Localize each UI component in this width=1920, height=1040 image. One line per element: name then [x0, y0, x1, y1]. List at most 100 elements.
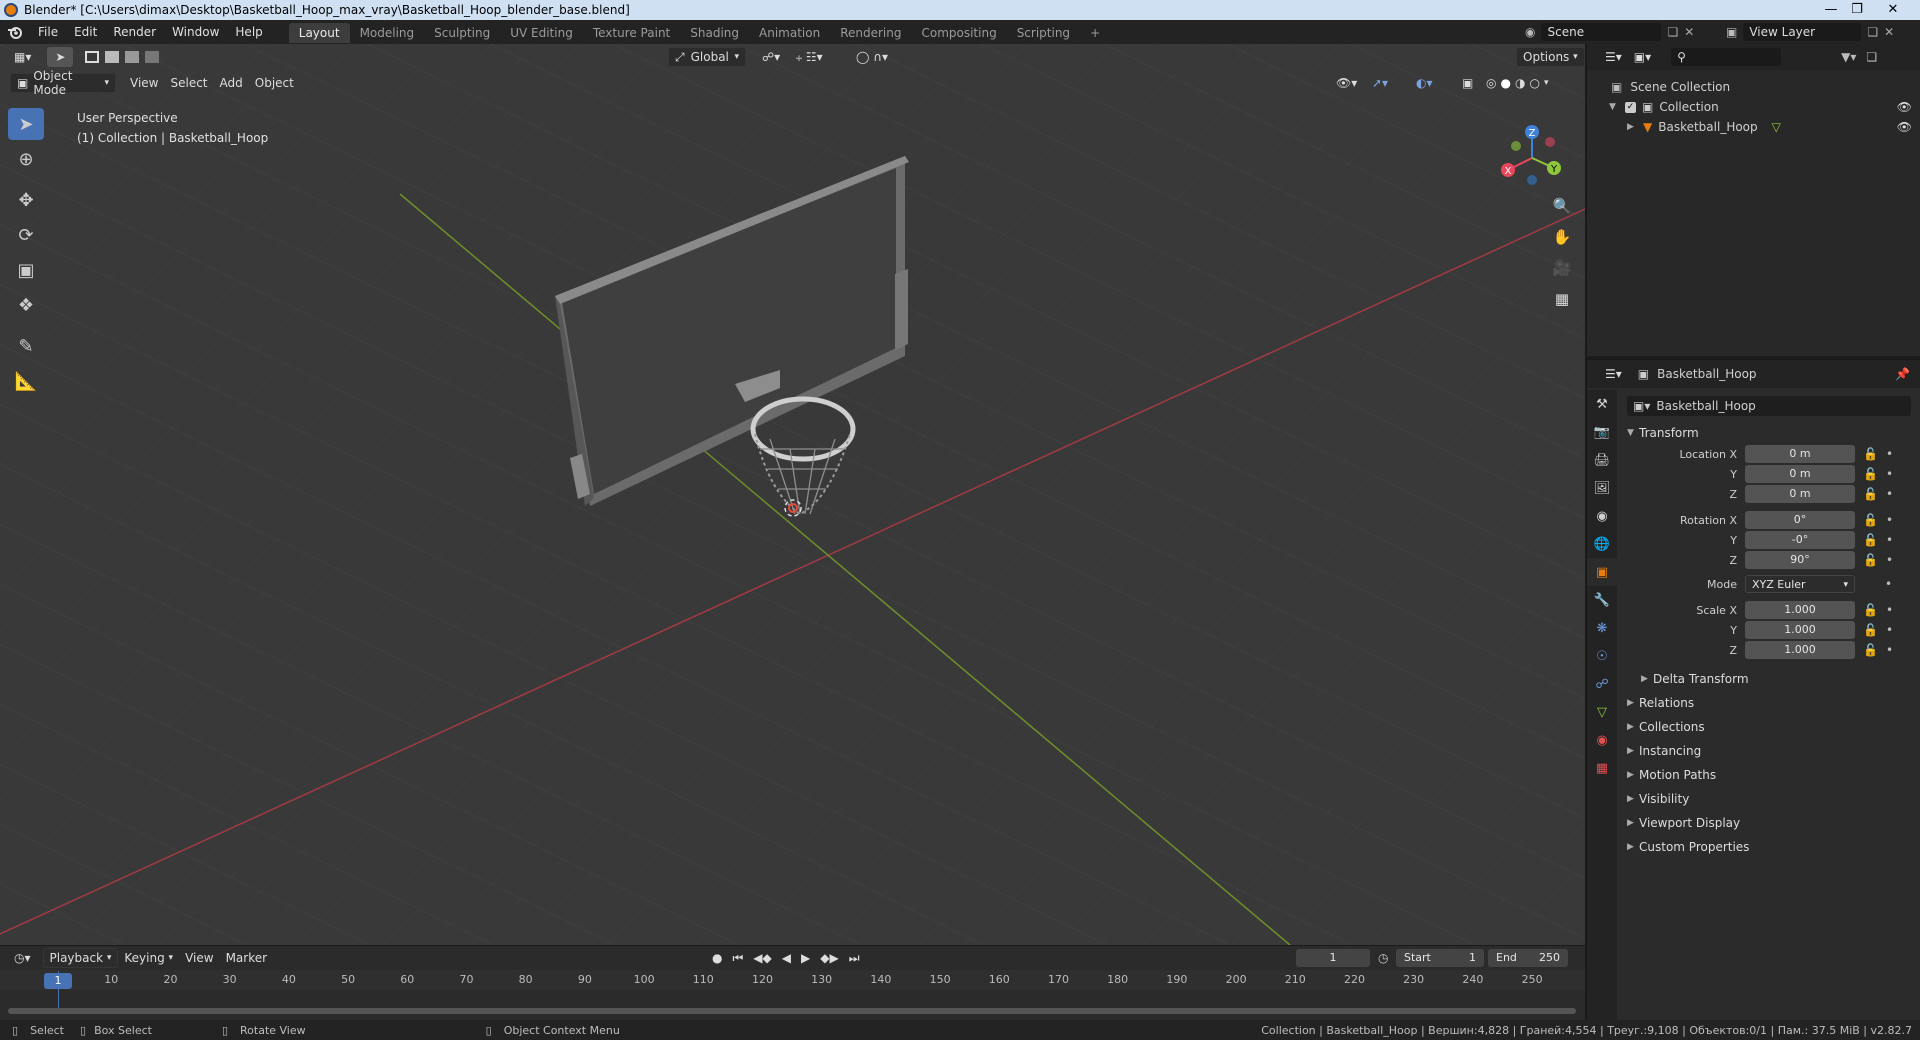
3d-viewport[interactable]: ▦▾ ➤ ⤢ Global ▾ ☍▾ ⧾ ☷▾ ◯ ∩▾ Options ▾ ▣… [0, 44, 1585, 945]
material-tab-icon[interactable]: ◉ [1587, 726, 1617, 754]
tab-compositing[interactable]: Compositing [911, 23, 1006, 43]
scale-x-field[interactable]: 1.000 [1745, 601, 1855, 619]
lock-rotation-x-icon[interactable]: 🔓 [1863, 513, 1878, 527]
select-tool-icon[interactable]: ➤ [47, 47, 74, 67]
gizmo-toggle-icon[interactable]: ➚▾ [1366, 73, 1394, 93]
outliner-scene-collection[interactable]: ▣ Scene Collection [1611, 77, 1730, 97]
xray-icon[interactable]: ▣ [1456, 73, 1479, 93]
outliner-search-input[interactable]: ⚲ [1671, 48, 1782, 66]
annotate-tool-icon[interactable]: ✎ [8, 330, 44, 362]
minimize-icon[interactable]: — [1818, 1, 1844, 18]
wireframe-shading-icon[interactable]: ◎ [1486, 76, 1496, 90]
editor-type-icon[interactable]: ▦▾ [8, 47, 37, 67]
lock-rotation-z-icon[interactable]: 🔓 [1863, 553, 1878, 567]
properties-editor-type-icon[interactable]: ☰▾ [1599, 364, 1628, 384]
current-frame-field[interactable]: 1 [1296, 949, 1370, 967]
lock-scale-z-icon[interactable]: 🔓 [1863, 643, 1878, 657]
move-tool-icon[interactable]: ✥ [8, 184, 44, 216]
collection-checkbox[interactable]: ✓ [1625, 101, 1636, 113]
mesh-data-icon[interactable]: ▽ [1772, 120, 1781, 134]
timeline-editor-type-icon[interactable]: ◷▾ [8, 948, 37, 968]
jump-start-icon[interactable]: ⏮ [732, 951, 743, 966]
display-mode-icon[interactable]: ▣▾ [1628, 47, 1657, 67]
solid-shading-icon[interactable]: ● [1500, 76, 1510, 90]
pivot-point-icon[interactable]: ☍▾ [756, 47, 786, 67]
transform-tool-icon[interactable]: ❖ [8, 289, 44, 321]
collections-panel-header[interactable]: ▶ Collections [1627, 716, 1705, 738]
keyframe-scale-x-icon[interactable]: • [1886, 603, 1893, 617]
menu-edit[interactable]: Edit [66, 20, 105, 44]
location-z-field[interactable]: 0 m [1745, 485, 1855, 503]
outliner-collection-row[interactable]: ▼ ✓ ▣ Collection 👁 [1609, 97, 1920, 117]
timeline-marker-menu[interactable]: Marker [220, 948, 273, 968]
pin-icon[interactable]: 📌 [1895, 367, 1910, 381]
object-mode-dropdown[interactable]: ▣ Object Mode ▾ [10, 69, 116, 97]
outliner-object-row[interactable]: ▶ ▼ Basketball_Hoop ▽ 👁 [1627, 117, 1920, 137]
filter-icon[interactable]: ▼▾ [1841, 50, 1856, 64]
custom-properties-panel-header[interactable]: ▶ Custom Properties [1627, 836, 1749, 858]
playback-menu[interactable]: Playback ▾ [42, 948, 119, 968]
scene-icon[interactable]: ◉ [1525, 25, 1535, 39]
modifiers-tab-icon[interactable]: 🔧 [1587, 586, 1617, 614]
instancing-panel-header[interactable]: ▶ Instancing [1627, 740, 1701, 762]
viewport-menu-add[interactable]: Add [214, 73, 249, 93]
new-scene-icon[interactable]: ❏ [1667, 25, 1678, 39]
selection-mode-icons[interactable] [79, 47, 165, 67]
shading-modes[interactable]: ◎ ● ◑ ○ ▾ [1480, 73, 1554, 93]
object-name-field[interactable]: ▣▾ Basketball_Hoop [1627, 396, 1911, 416]
viewport-display-panel-header[interactable]: ▶ Viewport Display [1627, 812, 1740, 834]
keyframe-scale-y-icon[interactable]: • [1886, 623, 1893, 637]
lock-location-x-icon[interactable]: 🔓 [1863, 447, 1878, 461]
keyframe-rotation-y-icon[interactable]: • [1886, 533, 1893, 547]
keyframe-rotation-z-icon[interactable]: • [1886, 553, 1893, 567]
add-workspace-icon[interactable]: + [1080, 23, 1110, 43]
blender-menu-icon[interactable] [0, 24, 30, 40]
frame-ruler[interactable]: 10 20 30 40 50 60 70 80 90 100 110 120 130 140 150 160 1… [0, 970, 1585, 990]
remove-view-layer-icon[interactable]: ✕ [1884, 25, 1894, 39]
playhead-frame[interactable]: 1 [44, 973, 72, 989]
world-tab-icon[interactable]: 🌐 [1587, 530, 1617, 558]
new-collection-icon[interactable]: ❏ [1866, 50, 1877, 64]
transform-orientation-dropdown[interactable]: ⤢ Global ▾ [668, 47, 746, 67]
scale-z-field[interactable]: 1.000 [1745, 641, 1855, 659]
close-icon[interactable]: ✕ [1870, 1, 1916, 18]
visibility-panel-header[interactable]: ▶ Visibility [1627, 788, 1689, 810]
delta-transform-panel-header[interactable]: ▶ Delta Transform [1641, 668, 1749, 690]
camera-view-icon[interactable]: 🎥 [1548, 254, 1576, 282]
texture-tab-icon[interactable]: ▦ [1587, 754, 1617, 782]
menu-window[interactable]: Window [164, 20, 227, 44]
viewport-menu-select[interactable]: Select [164, 73, 213, 93]
keyframe-rotation-x-icon[interactable]: • [1886, 513, 1893, 527]
play-reverse-icon[interactable]: ◀ [782, 951, 791, 966]
menu-help[interactable]: Help [227, 20, 270, 44]
cursor-tool-icon[interactable]: ⊕ [8, 143, 44, 175]
expand-object-icon[interactable]: ▶ [1627, 122, 1639, 132]
tab-uv-editing[interactable]: UV Editing [500, 23, 583, 43]
keyframe-location-x-icon[interactable]: • [1886, 447, 1893, 461]
pan-hand-icon[interactable]: ✋ [1548, 223, 1576, 251]
measure-tool-icon[interactable]: 📐 [8, 365, 44, 397]
rotation-mode-dropdown[interactable]: XYZ Euler ▾ [1745, 575, 1855, 593]
location-y-field[interactable]: 0 m [1745, 465, 1855, 483]
collection-visibility-icon[interactable]: 👁 [1897, 100, 1912, 114]
material-shading-icon[interactable]: ◑ [1515, 76, 1525, 90]
object-tab-icon[interactable]: ▣ [1587, 558, 1617, 586]
preview-range-icon[interactable]: ◷ [1378, 951, 1388, 965]
viewport-menu-view[interactable]: View [124, 73, 164, 93]
end-frame-field[interactable]: End 250 [1488, 949, 1568, 967]
play-icon[interactable]: ▶ [801, 951, 810, 966]
tab-texture-paint[interactable]: Texture Paint [583, 23, 680, 43]
rotate-tool-icon[interactable]: ⟳ [8, 219, 44, 251]
lock-rotation-y-icon[interactable]: 🔓 [1863, 533, 1878, 547]
expand-collection-icon[interactable]: ▼ [1609, 102, 1621, 112]
tab-animation[interactable]: Animation [749, 23, 830, 43]
proportional-editing-icon[interactable]: ◯ ∩▾ [850, 47, 894, 67]
keyframe-location-z-icon[interactable]: • [1886, 487, 1893, 501]
tab-layout[interactable]: Layout [288, 23, 350, 43]
rendered-shading-icon[interactable]: ○ [1529, 76, 1539, 90]
overlays-icon[interactable]: ◐▾ [1410, 73, 1439, 93]
transform-panel-header[interactable]: ▼ Transform [1627, 422, 1699, 444]
lock-location-z-icon[interactable]: 🔓 [1863, 487, 1878, 501]
object-visibility-icon[interactable]: 👁 [1897, 120, 1912, 134]
keyframe-location-y-icon[interactable]: • [1886, 467, 1893, 481]
